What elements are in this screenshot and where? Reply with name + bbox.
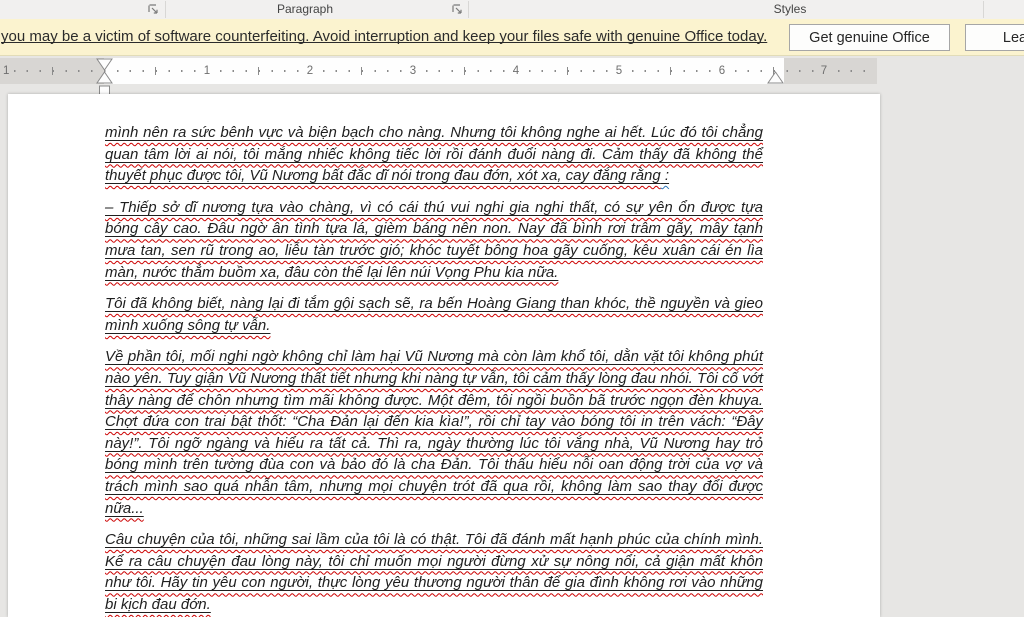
paragraph[interactable]: – Thiếp sở dĩ nương tựa vào chàng, vì có… — [105, 197, 763, 283]
document-text[interactable]: mình nên ra sức bênh vực và biện bạch ch… — [105, 122, 763, 617]
ruler-strip: 1 1 2 3 4 5 6 7 — [0, 58, 877, 97]
document-page[interactable]: mình nên ra sức bênh vực và biện bạch ch… — [8, 94, 880, 617]
ribbon-strip: Paragraph Styles — [0, 0, 1024, 20]
ruler-number: 3 — [406, 58, 420, 84]
ruler-half-ticks — [52, 67, 876, 75]
genuine-office-notification-bar: you may be a victim of software counterf… — [0, 19, 1024, 56]
ruler-number: 1 — [200, 58, 214, 84]
learn-more-button[interactable]: Learn more — [965, 24, 1024, 51]
right-indent-marker[interactable] — [767, 71, 784, 89]
word-window: Paragraph Styles you may be a victim of … — [0, 0, 1024, 617]
horizontal-ruler: 1 1 2 3 4 5 6 7 — [0, 55, 1024, 97]
paragraph[interactable]: mình nên ra sức bênh vực và biện bạch ch… — [105, 122, 763, 187]
paragraph-group-label: Paragraph — [276, 2, 334, 16]
group-separator — [468, 1, 469, 18]
group-separator — [983, 1, 984, 18]
paragraph[interactable]: Tôi đã không biết, nàng lại đi tắm gội s… — [105, 293, 763, 336]
counterfeit-warning-link[interactable]: you may be a victim of software counterf… — [1, 19, 767, 55]
font-dialog-launcher-icon[interactable] — [147, 3, 160, 16]
ruler-number: 1 — [1, 58, 12, 84]
ruler-number: 2 — [303, 58, 317, 84]
paragraph-dialog-launcher-icon[interactable] — [451, 3, 464, 16]
paragraph[interactable]: Về phần tôi, mối nghi ngờ không chỉ làm … — [105, 346, 763, 519]
ruler-number: 4 — [509, 58, 523, 84]
ruler-number: 5 — [612, 58, 626, 84]
styles-group-label: Styles — [773, 2, 807, 16]
ruler-number: 6 — [715, 58, 729, 84]
paragraph[interactable]: Câu chuyện của tôi, những sai lầm của tô… — [105, 529, 763, 615]
get-genuine-office-button[interactable]: Get genuine Office — [789, 24, 950, 51]
ruler-number: 7 — [817, 58, 831, 84]
group-separator — [165, 1, 166, 18]
